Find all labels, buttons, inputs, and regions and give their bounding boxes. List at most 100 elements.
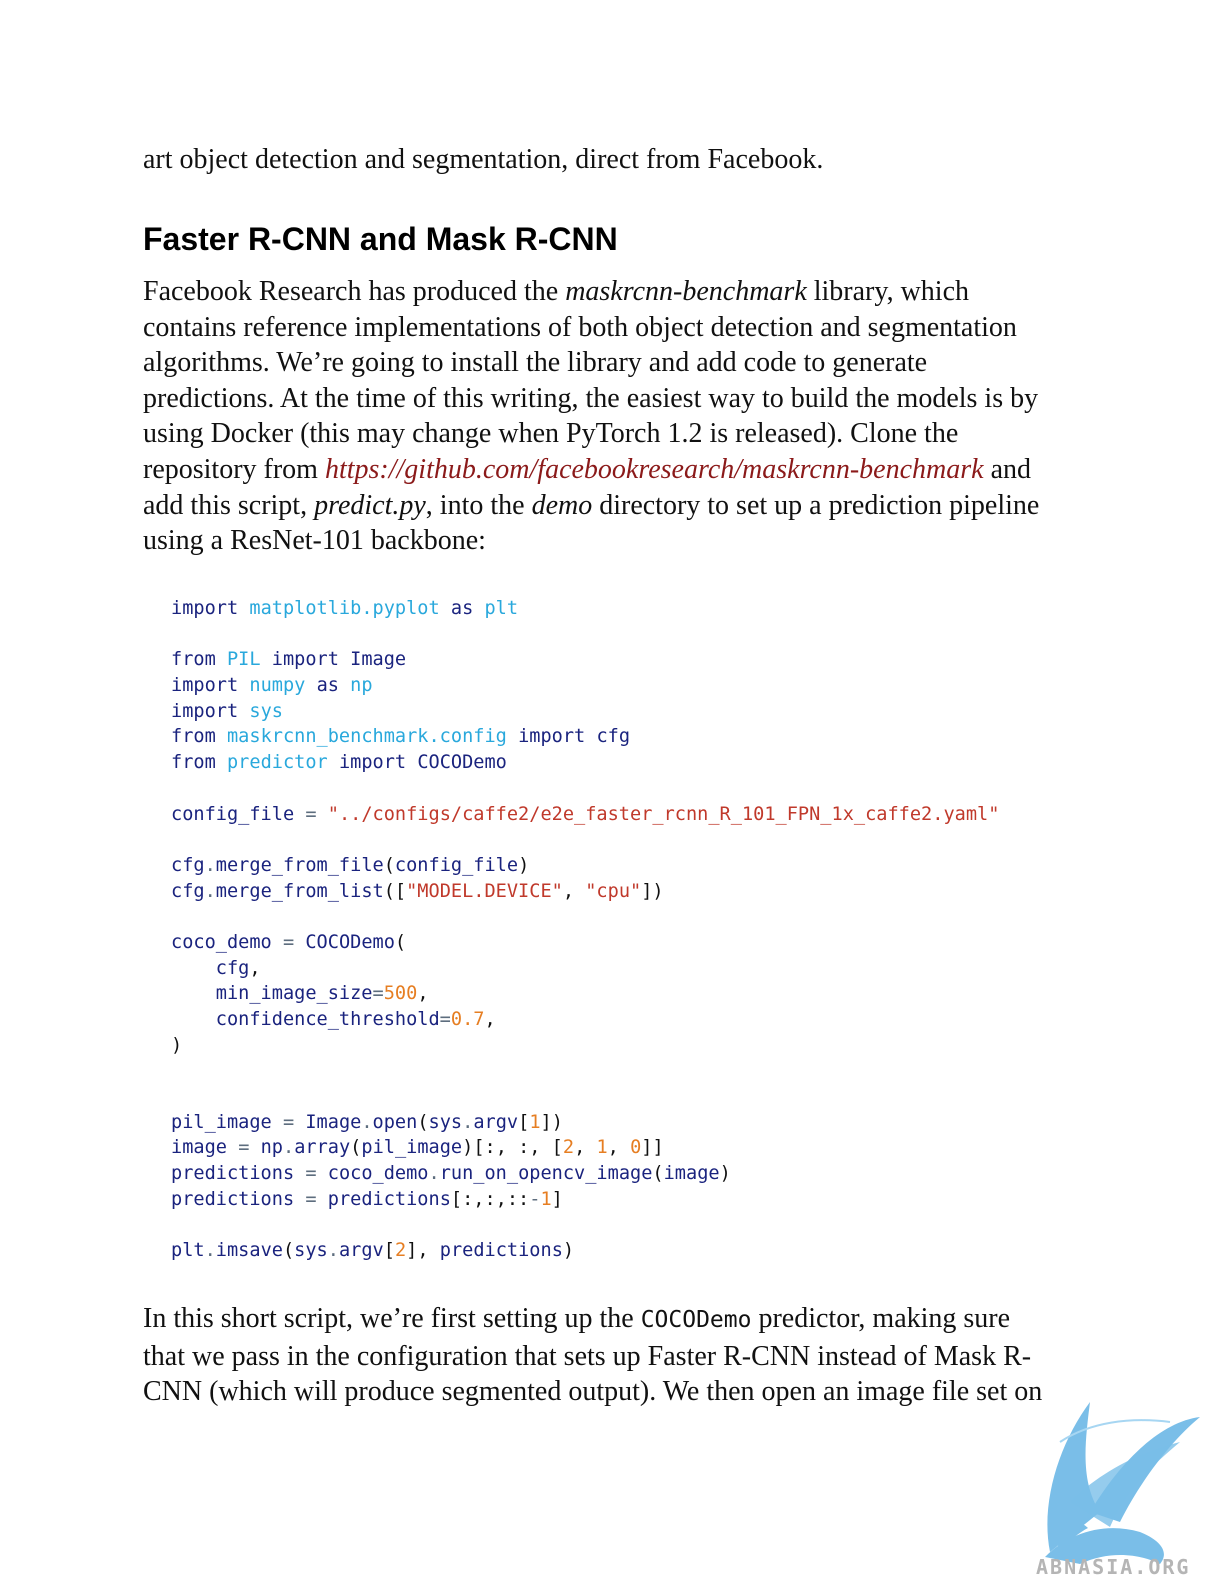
code-line: import sys [171, 699, 999, 725]
code-token: from [171, 752, 216, 774]
text-segment: CNN (which will produce segmented output… [143, 1376, 1043, 1408]
code-token: = [238, 1137, 250, 1159]
text-segment: In this short script, we’re first settin… [143, 1303, 641, 1334]
code-token: argv [338, 1240, 384, 1262]
code-token: 1 [596, 1137, 608, 1159]
code-token: config_file [171, 803, 295, 825]
code-token: sys [428, 1111, 463, 1133]
code-token: ([ [383, 880, 407, 902]
code-token: predictions [171, 1188, 295, 1210]
text-line: predictions. At the time of this writing… [143, 381, 1073, 417]
inline-code: COCODemo [640, 1307, 752, 1333]
code-token: Image [305, 1111, 362, 1133]
code-token: np [260, 1137, 283, 1159]
code-line: cfg, [171, 956, 999, 982]
code-token: , [607, 1137, 631, 1159]
code-line: from maskrcnn_benchmark.config import cf… [171, 724, 999, 750]
code-token: "../configs/caffe2/e2e_faster_rcnn_R_101… [327, 803, 1000, 825]
code-token: merge_from_file [215, 854, 384, 876]
code-token: predictor [226, 752, 328, 774]
griffin-logo-icon [1045, 1402, 1200, 1564]
code-token: predictions [327, 1188, 451, 1210]
code-token: as [316, 675, 339, 697]
text-segment: repository from [143, 453, 325, 485]
code-token: numpy [249, 675, 306, 697]
code-token: matplotlib.pyplot [249, 598, 440, 619]
code-token: ]] [641, 1137, 664, 1159]
code-token: as [450, 598, 474, 619]
code-token: , [249, 957, 261, 979]
code-token: merge_from_list [215, 880, 384, 902]
code-token: maskrcnn_benchmark.config [226, 726, 507, 748]
code-token: confidence_threshold [215, 1009, 440, 1030]
text-line: using a ResNet-101 backbone: [143, 523, 1073, 559]
code-line: pil_image = Image.open(sys.argv[1]) [171, 1110, 999, 1136]
code-token: 2 [394, 1240, 407, 1262]
code-token: = [282, 1111, 295, 1133]
text-segment: and [983, 453, 1032, 485]
code-line: from PIL import Image [171, 647, 999, 673]
code-block-predict-py: import matplotlib.pyplot as plt from PIL… [171, 596, 999, 1264]
code-token: = [305, 803, 317, 825]
code-token: run_on_opencv_image [439, 1163, 653, 1185]
code-token: 2 [562, 1137, 575, 1159]
code-line: predictions = coco_demo.run_on_opencv_im… [171, 1161, 999, 1187]
code-token: cfg [171, 854, 205, 876]
code-token: open [372, 1111, 418, 1133]
code-token: . [428, 1163, 440, 1185]
text-line: contains reference implementations of bo… [143, 310, 1073, 346]
code-token: PIL [226, 649, 261, 671]
code-token: cfg [215, 957, 250, 979]
text-line: using Docker (this may change when PyTor… [143, 416, 1073, 452]
code-token: ) [171, 1034, 183, 1056]
code-line: import matplotlib.pyplot as plt [171, 596, 999, 622]
code-token: 0.7 [450, 1009, 485, 1030]
text-segment: library, which [806, 276, 969, 307]
emphasis-text: maskrcnn-benchmark [565, 276, 807, 307]
code-token: ], [406, 1240, 440, 1262]
code-token: plt [171, 1240, 205, 1262]
code-token: cfg [171, 880, 205, 902]
code-token: COCODemo [305, 931, 395, 953]
text-line: add this script, predict.py, into the de… [143, 488, 1073, 524]
code-token: . [282, 1137, 295, 1159]
code-token: = [305, 1163, 317, 1185]
code-token: cfg [596, 726, 631, 748]
code-token: COCODemo [417, 752, 507, 774]
code-token: import [518, 726, 586, 748]
code-token: coco_demo [327, 1163, 429, 1185]
code-token: , [574, 1137, 597, 1159]
watermark-text: ABNASIA.ORG [1036, 1555, 1191, 1579]
text-line: repository from https://github.com/faceb… [143, 452, 1073, 488]
code-line: ) [171, 1033, 999, 1059]
code-line: image = np.array(pil_image)[:, :, [2, 1,… [171, 1135, 999, 1161]
code-line: from predictor import COCODemo [171, 750, 999, 776]
section-heading: Faster R-CNN and Mask R-CNN [143, 221, 618, 257]
code-line: min_image_size=500, [171, 981, 999, 1007]
code-token: min_image_size [215, 983, 373, 1005]
code-token: sys [294, 1240, 328, 1262]
repository-link[interactable]: https://github.com/facebookresearch/mask… [325, 454, 984, 485]
emphasis-text: predict.py [314, 489, 426, 521]
code-token: 0 [630, 1137, 642, 1159]
code-token: predictions [439, 1240, 563, 1262]
